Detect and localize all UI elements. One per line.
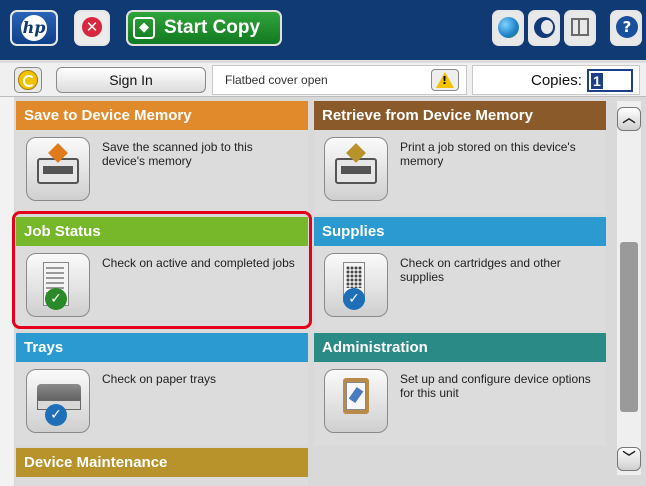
help-icon: ? <box>616 16 638 38</box>
stop-button[interactable]: ✕ <box>74 10 110 46</box>
reset-icon <box>18 70 38 90</box>
job-status-highlight <box>12 211 312 329</box>
tile-device-maintenance[interactable]: Device Maintenance <box>16 448 308 486</box>
tile-description: Save the scanned job to this device's me… <box>102 140 253 168</box>
copies-value: 1 <box>591 73 603 89</box>
start-copy-label: Start Copy <box>164 17 261 38</box>
tile-description: Set up and configure device options for … <box>400 372 591 400</box>
language-button[interactable] <box>492 10 524 46</box>
tile-retrieve-from-device-memory[interactable]: Retrieve from Device Memory Print a job … <box>314 101 606 214</box>
sleep-icon <box>534 17 555 38</box>
status-row: Sign In Flatbed cover open ! Copies: 1 <box>0 63 646 97</box>
scroll-up-icon[interactable]: ︿ <box>617 107 641 131</box>
scrollbar-thumb[interactable] <box>620 242 638 412</box>
tile-description: Check on cartridges and other supplies <box>400 256 561 284</box>
tile-description: Check on paper trays <box>102 372 217 386</box>
trays-icon: ✓ <box>26 369 90 433</box>
control-panel-screen: hp ✕ ◆ Start Copy ? Sign In Flatbed cove… <box>0 0 646 486</box>
scrollbar[interactable]: ︿ ﹀ <box>617 101 641 475</box>
start-copy-button[interactable]: ◆ Start Copy <box>126 10 282 46</box>
warning-button[interactable]: ! <box>431 69 459 91</box>
globe-icon <box>498 17 519 38</box>
tile-title: Supplies <box>314 217 606 246</box>
home-button[interactable]: hp <box>10 10 58 46</box>
tile-trays[interactable]: Trays ✓ Check on paper trays <box>16 333 308 446</box>
tile-title: Trays <box>16 333 308 362</box>
copies-area: Copies: 1 <box>472 65 640 95</box>
hp-logo-icon: hp <box>21 15 47 41</box>
status-area: Flatbed cover open ! <box>212 65 467 95</box>
tile-save-to-device-memory[interactable]: Save to Device Memory Save the scanned j… <box>16 101 308 214</box>
top-bar: hp ✕ ◆ Start Copy ? <box>0 0 646 63</box>
tile-title: Save to Device Memory <box>16 101 308 130</box>
network-button[interactable] <box>564 10 596 46</box>
status-message: Flatbed cover open <box>225 73 328 87</box>
sign-in-button[interactable]: Sign In <box>56 67 206 93</box>
reset-button[interactable] <box>14 67 42 93</box>
tile-title: Device Maintenance <box>16 448 308 477</box>
save-to-memory-icon <box>26 137 90 201</box>
copies-label: Copies: <box>531 72 582 89</box>
scroll-down-icon[interactable]: ﹀ <box>617 447 641 471</box>
help-button[interactable]: ? <box>610 10 642 46</box>
start-icon: ◆ <box>133 17 155 39</box>
tile-administration[interactable]: Administration Set up and configure devi… <box>314 333 606 446</box>
network-icon <box>571 18 589 36</box>
administration-icon <box>324 369 388 433</box>
retrieve-from-memory-icon <box>324 137 388 201</box>
stop-icon: ✕ <box>82 17 102 37</box>
supplies-icon: ✓ <box>324 253 388 317</box>
sleep-button[interactable] <box>528 10 560 46</box>
tile-title: Retrieve from Device Memory <box>314 101 606 130</box>
tile-description: Print a job stored on this device's memo… <box>400 140 576 168</box>
tile-supplies[interactable]: Supplies ✓ Check on cartridges and other… <box>314 217 606 330</box>
copies-input[interactable]: 1 <box>587 69 633 92</box>
tile-title: Administration <box>314 333 606 362</box>
